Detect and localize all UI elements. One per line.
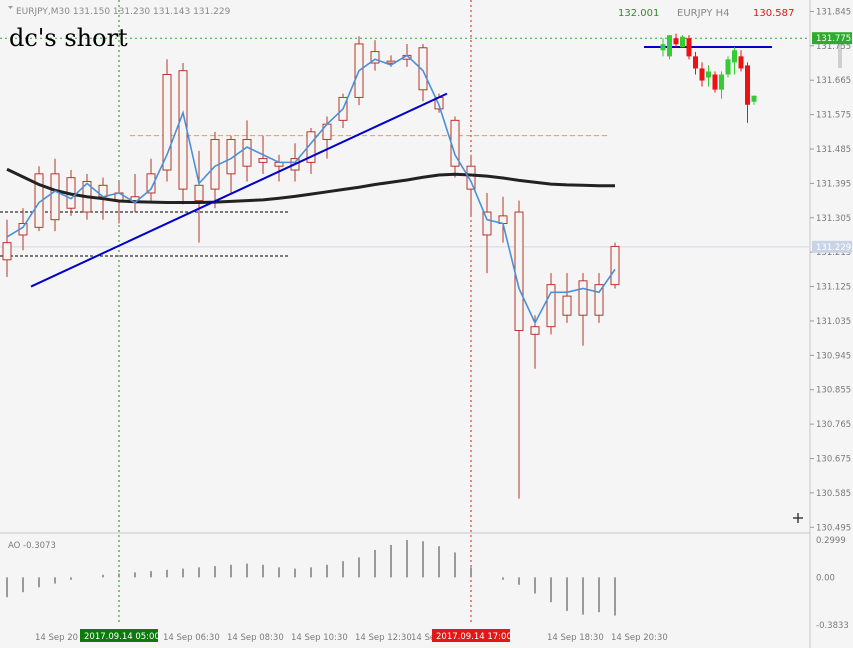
trading-chart[interactable]: 131.845131.755131.665131.575131.485131.3… <box>0 0 853 648</box>
y-tick-label: 131.485 <box>816 145 851 155</box>
y-tick-label: 131.395 <box>816 179 851 189</box>
h4-candle-body <box>745 65 750 105</box>
ao-label: AO -0.3073 <box>8 541 56 551</box>
x-tick-label: 14 Sep 06:30 <box>163 633 220 643</box>
y-tick-label: 131.665 <box>816 76 851 86</box>
y-tick-label: 131.125 <box>816 283 851 293</box>
h4-candle-body <box>667 35 672 57</box>
ao-tick-label: 0.00 <box>816 573 835 583</box>
h4-candle-body <box>738 56 744 69</box>
level-price-label: 131.775 <box>816 34 851 44</box>
h4-candle-body <box>719 74 724 90</box>
bid-price-label: 131.229 <box>816 243 851 253</box>
h4-candle-body <box>751 95 757 102</box>
candle-body <box>514 211 524 331</box>
h4-candle-body <box>660 44 666 51</box>
chart-title: dc's short <box>9 24 128 52</box>
candle-body <box>546 284 556 328</box>
y-tick-label: 130.765 <box>816 420 851 430</box>
x-marker-label: 2017.09.14 05:00 <box>84 632 160 642</box>
candle-body <box>258 158 268 163</box>
symbol-info: EURJPY,M30 131.150 131.230 131.143 131.2… <box>16 7 231 17</box>
h4-candle-body <box>706 71 711 78</box>
x-marker-label: 2017.09.14 17:00 <box>436 632 512 642</box>
candle-body <box>50 173 60 221</box>
h4-title: EURJPY H4 <box>677 8 730 19</box>
h4-candle-body <box>712 74 718 90</box>
y-tick-label: 130.585 <box>816 489 851 499</box>
x-tick-label: 14 Sep 08:30 <box>227 633 284 643</box>
candle-body <box>242 138 252 167</box>
y-tick-label: 131.575 <box>816 111 851 121</box>
x-tick-label: 14 Sep 20:30 <box>611 633 668 643</box>
h4-candle-body <box>699 68 705 81</box>
chart-background <box>0 0 853 648</box>
y-tick-label: 131.035 <box>816 317 851 327</box>
x-tick-label: 14 Sep 10:30 <box>291 633 348 643</box>
x-tick-label: 14 Sep 12:30 <box>355 633 412 643</box>
candle-body <box>2 242 12 261</box>
candle-body <box>194 184 204 202</box>
candle-body <box>610 245 620 286</box>
y-tick-label: 130.495 <box>816 523 851 533</box>
h4-candle-body <box>732 50 737 63</box>
ao-tick-label: -0.3833 <box>816 621 849 631</box>
x-tick-label: 14 Sep 20 <box>35 633 78 643</box>
y-tick-label: 130.945 <box>816 351 851 361</box>
y-tick-label: 130.855 <box>816 386 851 396</box>
h4-low-value: 130.587 <box>753 8 794 19</box>
candle-body <box>578 280 588 316</box>
candle-body <box>562 295 572 316</box>
h4-candle-body <box>673 38 679 45</box>
y-tick-label: 130.675 <box>816 454 851 464</box>
y-tick-label: 131.305 <box>816 214 851 224</box>
y-tick-label: 131.845 <box>816 7 851 17</box>
h4-candle-body <box>686 38 692 57</box>
ao-tick-label: 0.2999 <box>816 536 846 546</box>
h4-candle-body <box>693 56 698 69</box>
h4-high-value: 132.001 <box>618 8 659 19</box>
candle-body <box>530 326 540 335</box>
candle-body <box>482 211 492 236</box>
h4-candle-body <box>680 36 685 48</box>
h4-candle-body <box>725 59 731 75</box>
candle-body <box>178 70 188 190</box>
x-tick-label: 14 Sep 18:30 <box>547 633 604 643</box>
